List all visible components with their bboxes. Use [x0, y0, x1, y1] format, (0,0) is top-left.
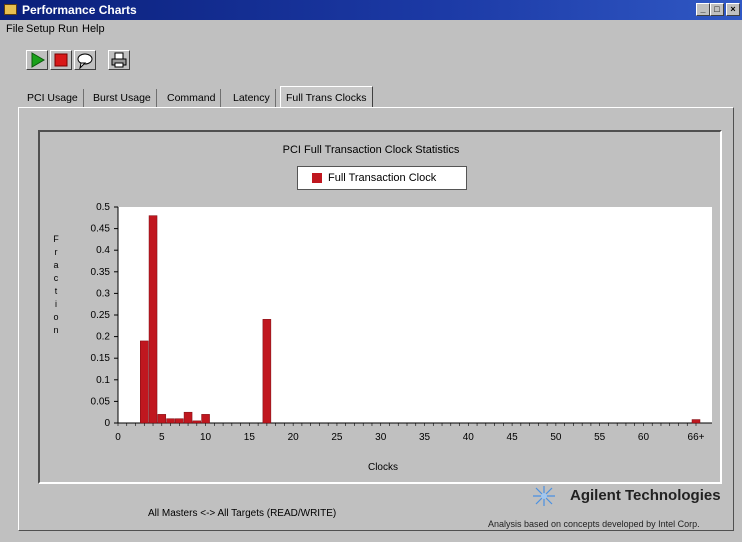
- bar: [148, 215, 158, 424]
- y-axis-label-letter: a: [53, 260, 58, 270]
- bar: [166, 418, 175, 424]
- y-tick-label: 0: [104, 418, 110, 429]
- x-tick-label: 25: [331, 432, 343, 443]
- x-tick-label: 30: [375, 432, 387, 443]
- x-tick-label: 20: [288, 432, 300, 443]
- bar: [157, 414, 167, 424]
- x-tick-label: 5: [159, 432, 165, 443]
- x-tick-label: 15: [244, 432, 256, 443]
- bar: [183, 411, 193, 424]
- y-tick-label: 0.4: [96, 245, 110, 256]
- agilent-spark-icon: [533, 486, 555, 506]
- y-axis-label-letter: c: [54, 273, 59, 283]
- y-axis-label-letter: t: [55, 286, 58, 296]
- x-tick-label: 35: [419, 432, 431, 443]
- x-axis-label: Clocks: [368, 462, 398, 473]
- status-text: All Masters <-> All Targets (READ/WRITE): [148, 508, 337, 519]
- y-tick-label: 0.25: [91, 310, 111, 321]
- y-axis-label-letter: r: [55, 247, 58, 257]
- brand-name: Agilent Technologies: [570, 487, 721, 504]
- bar: [140, 340, 149, 424]
- x-tick-label: 55: [594, 432, 606, 443]
- x-tick-label: 66+: [688, 432, 705, 443]
- chart-plot: 0 0.05 0.1 0.15 0.2 0.25 0.3 0.35 0.4 0.45 0.5 0 5 10…: [53, 202, 712, 473]
- x-tick-label: 60: [638, 432, 650, 443]
- y-axis-label-letter: n: [53, 325, 58, 335]
- y-axis-label-letter: i: [55, 299, 57, 309]
- y-tick-label: 0.45: [91, 224, 111, 235]
- x-tick-label: 40: [463, 432, 475, 443]
- y-tick-label: 0.15: [91, 353, 111, 364]
- y-axis-label-letter: F: [53, 234, 59, 244]
- plot-area: [118, 207, 712, 423]
- y-tick-label: 0.05: [91, 396, 111, 407]
- x-tick-label: 10: [200, 432, 212, 443]
- bar: [691, 419, 701, 424]
- bar: [192, 420, 202, 424]
- y-tick-label: 0.5: [96, 202, 110, 213]
- brand-note: Analysis based on concepts developed by …: [488, 519, 700, 529]
- y-tick-label: 0.2: [96, 332, 110, 343]
- x-tick-label: 45: [507, 432, 519, 443]
- bar: [201, 414, 210, 424]
- bar: [175, 418, 184, 424]
- y-axis-label-letter: o: [53, 312, 58, 322]
- y-tick-label: 0.1: [96, 375, 110, 386]
- y-tick-label: 0.35: [91, 267, 111, 278]
- bar: [262, 319, 272, 424]
- x-tick-label: 0: [115, 432, 121, 443]
- y-tick-label: 0.3: [96, 288, 110, 299]
- x-tick-label: 50: [550, 432, 562, 443]
